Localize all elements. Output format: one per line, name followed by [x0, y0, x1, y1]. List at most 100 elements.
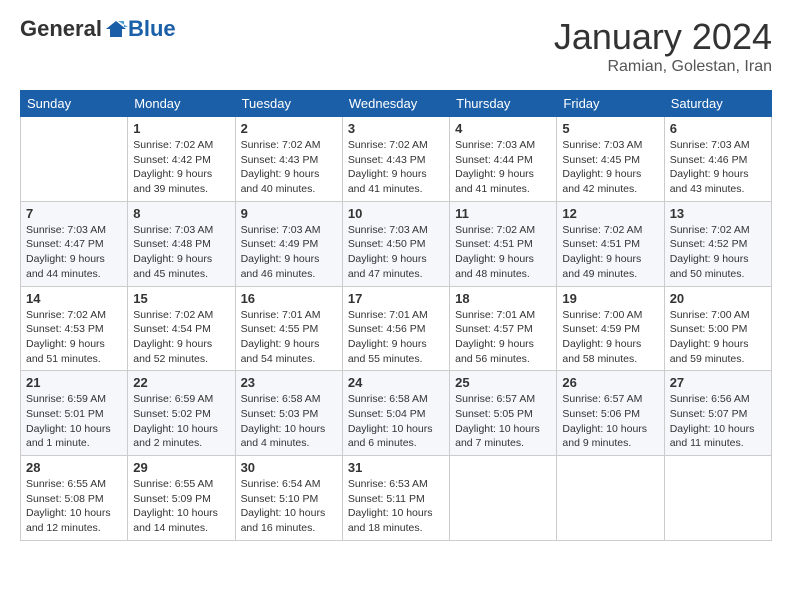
day-daylight: Daylight: 9 hours and 44 minutes. [26, 253, 105, 280]
day-sunrise: Sunrise: 7:02 AM [133, 139, 213, 151]
day-daylight: Daylight: 10 hours and 16 minutes. [241, 507, 326, 534]
day-daylight: Daylight: 10 hours and 2 minutes. [133, 423, 218, 450]
table-row: 12 Sunrise: 7:02 AM Sunset: 4:51 PM Dayl… [557, 201, 664, 286]
day-sunrise: Sunrise: 6:55 AM [26, 478, 106, 490]
day-number: 15 [133, 291, 229, 306]
table-row: 17 Sunrise: 7:01 AM Sunset: 4:56 PM Dayl… [342, 286, 449, 371]
day-sunset: Sunset: 4:52 PM [670, 238, 748, 250]
logo-blue: Blue [128, 16, 176, 42]
day-daylight: Daylight: 9 hours and 48 minutes. [455, 253, 534, 280]
day-number: 30 [241, 460, 337, 475]
table-row: 6 Sunrise: 7:03 AM Sunset: 4:46 PM Dayli… [664, 117, 771, 202]
day-number: 28 [26, 460, 122, 475]
day-sunset: Sunset: 4:59 PM [562, 323, 640, 335]
day-sunset: Sunset: 5:10 PM [241, 493, 319, 505]
header-saturday: Saturday [664, 91, 771, 117]
day-daylight: Daylight: 9 hours and 40 minutes. [241, 168, 320, 195]
day-sunset: Sunset: 4:55 PM [241, 323, 319, 335]
day-sunrise: Sunrise: 6:57 AM [455, 393, 535, 405]
day-sunrise: Sunrise: 7:01 AM [348, 309, 428, 321]
logo-general: General [20, 16, 102, 42]
day-sunrise: Sunrise: 7:03 AM [455, 139, 535, 151]
day-number: 18 [455, 291, 551, 306]
day-daylight: Daylight: 10 hours and 11 minutes. [670, 423, 755, 450]
day-daylight: Daylight: 9 hours and 41 minutes. [455, 168, 534, 195]
day-sunrise: Sunrise: 6:57 AM [562, 393, 642, 405]
day-sunset: Sunset: 4:53 PM [26, 323, 104, 335]
day-sunset: Sunset: 4:43 PM [241, 154, 319, 166]
table-row [450, 456, 557, 541]
table-row: 10 Sunrise: 7:03 AM Sunset: 4:50 PM Dayl… [342, 201, 449, 286]
day-sunrise: Sunrise: 6:59 AM [133, 393, 213, 405]
table-row: 1 Sunrise: 7:02 AM Sunset: 4:42 PM Dayli… [128, 117, 235, 202]
day-daylight: Daylight: 9 hours and 47 minutes. [348, 253, 427, 280]
day-number: 2 [241, 121, 337, 136]
day-number: 27 [670, 375, 766, 390]
day-sunset: Sunset: 4:57 PM [455, 323, 533, 335]
day-sunset: Sunset: 5:11 PM [348, 493, 425, 505]
day-daylight: Daylight: 9 hours and 52 minutes. [133, 338, 212, 365]
table-row: 24 Sunrise: 6:58 AM Sunset: 5:04 PM Dayl… [342, 371, 449, 456]
table-row: 9 Sunrise: 7:03 AM Sunset: 4:49 PM Dayli… [235, 201, 342, 286]
table-row: 26 Sunrise: 6:57 AM Sunset: 5:06 PM Dayl… [557, 371, 664, 456]
day-sunrise: Sunrise: 7:01 AM [455, 309, 535, 321]
day-number: 22 [133, 375, 229, 390]
calendar-header-row: Sunday Monday Tuesday Wednesday Thursday… [21, 91, 772, 117]
day-number: 25 [455, 375, 551, 390]
day-number: 6 [670, 121, 766, 136]
day-sunrise: Sunrise: 7:03 AM [26, 224, 106, 236]
day-sunset: Sunset: 5:02 PM [133, 408, 211, 420]
calendar-week-1: 1 Sunrise: 7:02 AM Sunset: 4:42 PM Dayli… [21, 117, 772, 202]
header-thursday: Thursday [450, 91, 557, 117]
calendar-week-4: 21 Sunrise: 6:59 AM Sunset: 5:01 PM Dayl… [21, 371, 772, 456]
day-daylight: Daylight: 10 hours and 14 minutes. [133, 507, 218, 534]
table-row: 27 Sunrise: 6:56 AM Sunset: 5:07 PM Dayl… [664, 371, 771, 456]
day-daylight: Daylight: 9 hours and 43 minutes. [670, 168, 749, 195]
day-sunset: Sunset: 4:46 PM [670, 154, 748, 166]
day-sunset: Sunset: 4:49 PM [241, 238, 319, 250]
day-daylight: Daylight: 9 hours and 54 minutes. [241, 338, 320, 365]
header-sunday: Sunday [21, 91, 128, 117]
day-daylight: Daylight: 9 hours and 59 minutes. [670, 338, 749, 365]
day-number: 19 [562, 291, 658, 306]
calendar-table: Sunday Monday Tuesday Wednesday Thursday… [20, 90, 772, 541]
table-row [21, 117, 128, 202]
day-number: 26 [562, 375, 658, 390]
day-sunrise: Sunrise: 7:02 AM [26, 309, 106, 321]
table-row: 7 Sunrise: 7:03 AM Sunset: 4:47 PM Dayli… [21, 201, 128, 286]
calendar-week-5: 28 Sunrise: 6:55 AM Sunset: 5:08 PM Dayl… [21, 456, 772, 541]
day-daylight: Daylight: 10 hours and 4 minutes. [241, 423, 326, 450]
table-row: 3 Sunrise: 7:02 AM Sunset: 4:43 PM Dayli… [342, 117, 449, 202]
logo: General Blue [20, 16, 176, 42]
table-row: 23 Sunrise: 6:58 AM Sunset: 5:03 PM Dayl… [235, 371, 342, 456]
day-daylight: Daylight: 9 hours and 42 minutes. [562, 168, 641, 195]
day-number: 31 [348, 460, 444, 475]
day-daylight: Daylight: 9 hours and 46 minutes. [241, 253, 320, 280]
day-sunset: Sunset: 4:48 PM [133, 238, 211, 250]
day-sunset: Sunset: 5:05 PM [455, 408, 533, 420]
day-number: 16 [241, 291, 337, 306]
header-monday: Monday [128, 91, 235, 117]
day-daylight: Daylight: 9 hours and 56 minutes. [455, 338, 534, 365]
title-block: January 2024 Ramian, Golestan, Iran [554, 16, 772, 76]
table-row: 28 Sunrise: 6:55 AM Sunset: 5:08 PM Dayl… [21, 456, 128, 541]
day-daylight: Daylight: 9 hours and 51 minutes. [26, 338, 105, 365]
day-sunset: Sunset: 4:45 PM [562, 154, 640, 166]
day-sunrise: Sunrise: 7:03 AM [670, 139, 750, 151]
day-sunrise: Sunrise: 7:02 AM [670, 224, 750, 236]
header-tuesday: Tuesday [235, 91, 342, 117]
day-sunrise: Sunrise: 7:03 AM [348, 224, 428, 236]
day-number: 21 [26, 375, 122, 390]
day-daylight: Daylight: 10 hours and 1 minute. [26, 423, 111, 450]
day-sunrise: Sunrise: 7:01 AM [241, 309, 321, 321]
day-number: 14 [26, 291, 122, 306]
day-sunset: Sunset: 5:06 PM [562, 408, 640, 420]
day-sunset: Sunset: 5:00 PM [670, 323, 748, 335]
day-sunrise: Sunrise: 6:58 AM [348, 393, 428, 405]
table-row: 30 Sunrise: 6:54 AM Sunset: 5:10 PM Dayl… [235, 456, 342, 541]
day-sunset: Sunset: 5:04 PM [348, 408, 426, 420]
day-sunset: Sunset: 4:42 PM [133, 154, 211, 166]
day-sunrise: Sunrise: 6:54 AM [241, 478, 321, 490]
day-sunrise: Sunrise: 7:02 AM [455, 224, 535, 236]
day-sunrise: Sunrise: 7:00 AM [562, 309, 642, 321]
